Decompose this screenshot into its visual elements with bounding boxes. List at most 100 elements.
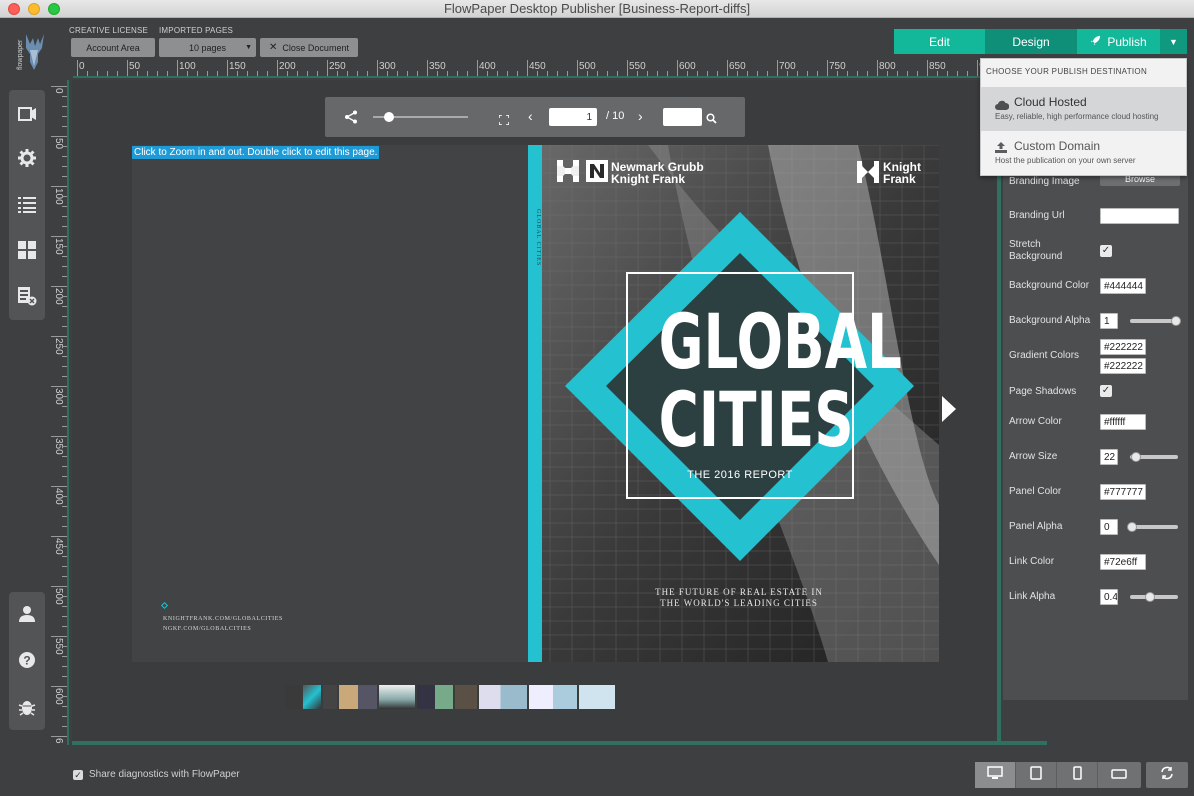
ruler-tick [797,71,798,76]
ruler-tick [577,60,578,76]
landscape-preview-button[interactable] [1098,762,1139,788]
grid-icon[interactable] [17,240,37,260]
ruler-tick [62,116,67,117]
svg-text:?: ? [23,654,30,668]
ruler-tick [877,60,878,76]
remove-page-icon[interactable] [17,286,37,306]
background-alpha-slider-knob[interactable] [1171,316,1181,326]
link-alpha-slider-knob[interactable] [1145,592,1155,602]
brand-right-line2: Frank [883,172,916,186]
zoom-hint-tooltip: Click to Zoom in and out. Double click t… [132,146,380,159]
tab-design[interactable]: Design [985,29,1077,54]
ruler-tick [827,60,828,76]
page-shadows-checkbox[interactable]: ✓ [1100,385,1112,397]
gear-icon[interactable] [17,148,37,168]
page-thumbnail[interactable] [479,685,527,709]
page-thumbnail[interactable] [529,685,577,709]
page-thumbnail[interactable] [303,685,321,709]
panel-alpha-slider[interactable] [1130,525,1178,529]
list-icon[interactable] [17,194,37,214]
close-document-button[interactable]: ✕ Close Document [260,38,358,57]
panel-alpha-input[interactable]: 0 [1100,519,1118,535]
page-number-input[interactable] [549,108,597,126]
ruler-tick [467,71,468,76]
zoom-slider-knob[interactable] [384,112,394,122]
custom-domain-option[interactable]: Custom Domain Host the publication on yo… [981,131,1186,175]
ruler-tick [51,236,67,237]
share-icon[interactable] [344,110,358,129]
diagnostics-checkbox[interactable]: ✓ [73,770,83,780]
ruler-tick [537,71,538,76]
ruler-tick [217,71,218,76]
ruler-tick [62,576,67,577]
ruler-tick [62,556,67,557]
page-thumbnail[interactable] [579,685,615,709]
tab-edit[interactable]: Edit [894,29,985,54]
ruler-tick [62,626,67,627]
search-icon[interactable] [706,111,717,129]
help-icon[interactable]: ? [17,650,37,670]
gradient-color-input[interactable]: #222222 [1100,358,1146,374]
next-page-icon[interactable]: › [638,108,643,124]
previous-page-icon[interactable]: ‹ [528,108,533,124]
ruler-tick [62,426,67,427]
ruler-tick [227,60,228,76]
left-help-panel: ? [9,592,45,730]
panel-alpha-slider-knob[interactable] [1127,522,1137,532]
ruler-tick [457,71,458,76]
ruler-tick [287,71,288,76]
page-thumbnail[interactable] [323,685,337,709]
page-thumbnail[interactable] [379,685,415,709]
background-alpha-input[interactable]: 1 [1100,313,1118,329]
ruler-tick [62,196,67,197]
ruler-tick [787,71,788,76]
page-thumbnail[interactable] [339,685,377,709]
ruler-tick [117,71,118,76]
phone-preview-button[interactable] [1057,762,1098,788]
book-left-page[interactable]: KNIGHTFRANK.COM/GLOBALCITIES NGKF.COM/GL… [132,145,528,662]
ruler-tick [757,71,758,76]
page-thumbnail-strip [285,685,660,709]
fullscreen-icon[interactable] [498,112,510,130]
tablet-preview-button[interactable] [1016,762,1057,788]
link-color-input[interactable]: #72e6ff [1100,554,1146,570]
publish-dropdown-button[interactable]: ▼ [1160,29,1187,54]
ruler-tick [51,436,67,437]
page-thumbnail[interactable] [455,685,477,709]
ruler-tick [62,106,67,107]
book-cover-page[interactable]: GLOBAL CITIES Newmark Grubb Knight Frank… [528,145,939,662]
background-alpha-label: Background Alpha [1009,315,1091,326]
stretch-background-checkbox[interactable]: ✓ [1100,245,1112,257]
arrow-size-input[interactable]: 22 [1100,449,1118,465]
cloud-hosted-option[interactable]: Cloud Hosted Easy, reliable, high perfor… [981,87,1186,131]
ruler-tick [187,71,188,76]
account-area-button[interactable]: Account Area [71,38,155,57]
page-thumbnail[interactable] [285,685,301,709]
arrow-color-input[interactable]: #ffffff [1100,414,1146,430]
custom-domain-title: Custom Domain [1014,139,1101,153]
ruler-tick [51,86,67,87]
pages-select[interactable]: 10 pages ▼ [159,38,256,57]
ruler-tick [62,326,67,327]
ruler-tick [937,71,938,76]
next-page-arrow-icon[interactable] [942,396,956,427]
branding-url-input[interactable] [1100,208,1179,224]
ruler-tick [62,96,67,97]
refresh-preview-button[interactable] [1146,762,1188,788]
user-icon[interactable] [17,604,37,624]
tab-publish[interactable]: Publish [1077,29,1160,54]
presentation-icon[interactable] [17,104,37,124]
background-color-input[interactable]: #444444 [1100,278,1146,294]
arrow-size-slider-knob[interactable] [1131,452,1141,462]
page-thumbnail[interactable] [417,685,453,709]
bug-icon[interactable] [17,697,37,717]
stage-border [997,80,1001,743]
desktop-preview-button[interactable] [975,762,1016,788]
ruler-label: 0 [79,61,85,72]
gradient-color-input[interactable]: #222222 [1100,339,1146,355]
ruler-tick [587,71,588,76]
link-alpha-input[interactable]: 0.4 [1100,589,1118,605]
link-alpha-label: Link Alpha [1009,591,1056,602]
panel-color-input[interactable]: #777777 [1100,484,1146,500]
search-input[interactable] [663,108,702,126]
